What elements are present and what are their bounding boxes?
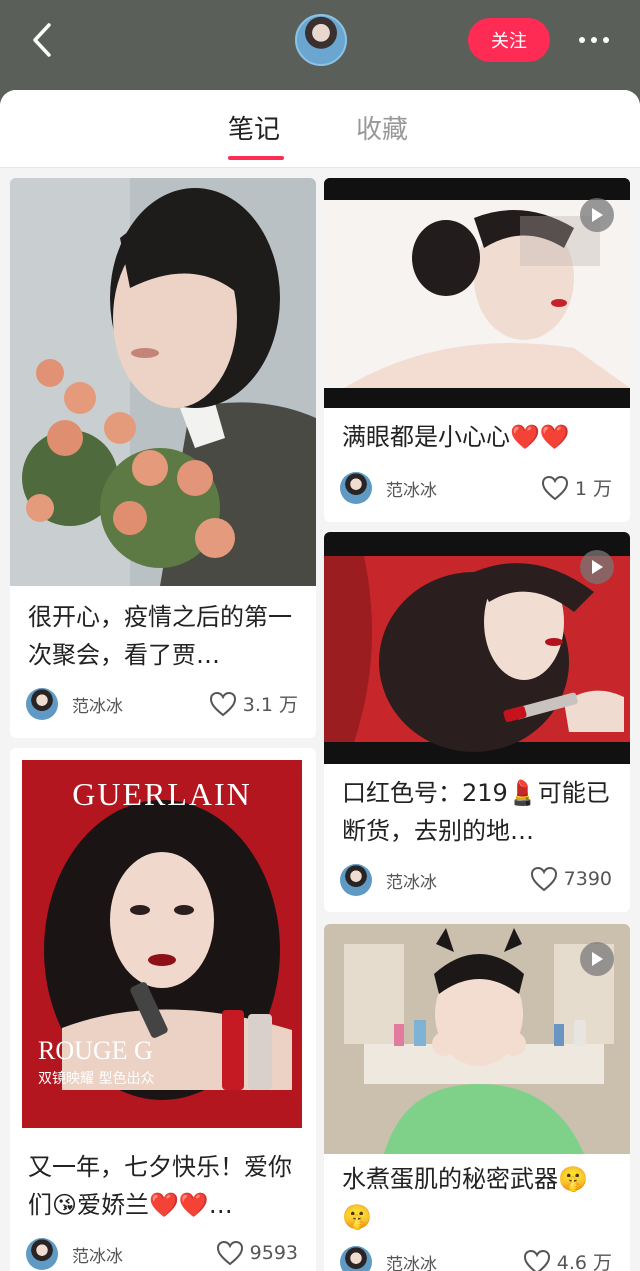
note-cover-image — [324, 178, 630, 408]
like-count: 1 万 — [574, 478, 612, 500]
avatar — [26, 688, 58, 720]
play-icon — [580, 550, 614, 584]
tab-favorites[interactable]: 收藏 — [356, 110, 408, 150]
note-author[interactable]: 范冰冰 — [26, 1238, 123, 1270]
more-dot — [591, 37, 597, 43]
ad-tagline-text: 双镜映耀 型色出众 — [38, 1071, 155, 1087]
note-card[interactable]: 很开心，疫情之后的第一次聚会，看了贾… 范冰冰 3.1 万 — [10, 178, 316, 738]
like-button[interactable]: 4.6 万 — [523, 1248, 612, 1271]
avatar — [340, 864, 372, 896]
note-title: 水煮蛋肌的秘密武器🤫🤫 — [342, 1165, 588, 1231]
note-title: 口红色号：219💄可能已断货，去别的地… — [342, 779, 610, 845]
author-name: 范冰冰 — [386, 872, 437, 893]
note-card[interactable]: 满眼都是小心心❤️❤️ 范冰冰 1 万 — [324, 178, 630, 522]
profile-content-sheet: 笔记 收藏 很开心，疫情之后的第一次聚会，看了贾… 范冰冰 3.1 万 满眼都是… — [0, 90, 640, 1271]
more-dot — [603, 37, 609, 43]
note-card[interactable]: 水煮蛋肌的秘密武器🤫🤫 范冰冰 4.6 万 — [324, 924, 630, 1271]
heart-outline-icon — [523, 1249, 550, 1271]
author-name: 范冰冰 — [72, 1246, 123, 1267]
like-button[interactable]: 3.1 万 — [209, 690, 298, 717]
note-author[interactable]: 范冰冰 — [340, 864, 437, 896]
author-name: 范冰冰 — [72, 696, 123, 717]
ad-product-text: ROUGE G — [38, 1036, 153, 1065]
avatar — [26, 1238, 58, 1270]
like-button[interactable]: 7390 — [530, 866, 612, 892]
tab-notes[interactable]: 笔记 — [228, 110, 280, 150]
more-dots-icon — [579, 37, 585, 43]
note-cover-image — [324, 532, 630, 764]
like-count: 7390 — [563, 868, 612, 890]
play-icon — [580, 198, 614, 232]
note-author[interactable]: 范冰冰 — [340, 1246, 437, 1271]
portrait-with-flowers-image — [10, 178, 316, 586]
like-count: 3.1 万 — [242, 694, 298, 716]
note-author[interactable]: 范冰冰 — [340, 472, 437, 504]
avatar — [340, 1246, 372, 1271]
more-options-button[interactable] — [572, 24, 616, 56]
ad-brand-text: GUERLAIN — [72, 776, 252, 812]
heart-outline-icon — [541, 475, 568, 500]
note-cover-image — [324, 924, 630, 1154]
note-title: 满眼都是小心心❤️❤️ — [342, 423, 570, 451]
back-button[interactable] — [24, 20, 60, 60]
follow-button[interactable]: 关注 — [468, 18, 550, 62]
note-author[interactable]: 范冰冰 — [26, 688, 123, 720]
like-button[interactable]: 1 万 — [541, 474, 612, 501]
chevron-left-icon — [33, 23, 51, 57]
note-title: 很开心，疫情之后的第一次聚会，看了贾… — [28, 603, 292, 669]
heart-outline-icon — [530, 866, 557, 892]
note-title: 又一年，七夕快乐！爱你们😘爱娇兰❤️❤️… — [28, 1153, 292, 1219]
like-count: 9593 — [249, 1242, 298, 1264]
avatar — [340, 472, 372, 504]
top-bar: 关注 — [0, 0, 640, 96]
profile-avatar[interactable] — [295, 14, 347, 66]
note-cover-image — [10, 178, 316, 586]
like-count: 4.6 万 — [556, 1252, 612, 1271]
author-name: 范冰冰 — [386, 1254, 437, 1271]
note-card[interactable]: GUERLAIN ROUGE G 双镜映耀 型色出众 又一年，七夕快乐！爱你们😘… — [10, 748, 316, 1271]
note-cover-image: GUERLAIN ROUGE G 双镜映耀 型色出众 — [22, 760, 302, 1128]
note-card[interactable]: 口红色号：219💄可能已断货，去别的地… 范冰冰 7390 — [324, 532, 630, 912]
author-name: 范冰冰 — [386, 480, 437, 501]
heart-outline-icon — [216, 1240, 243, 1266]
active-tab-indicator — [228, 156, 284, 160]
play-icon — [580, 942, 614, 976]
heart-outline-icon — [209, 691, 236, 716]
like-button[interactable]: 9593 — [216, 1240, 298, 1266]
tab-bar: 笔记 收藏 — [0, 90, 640, 168]
